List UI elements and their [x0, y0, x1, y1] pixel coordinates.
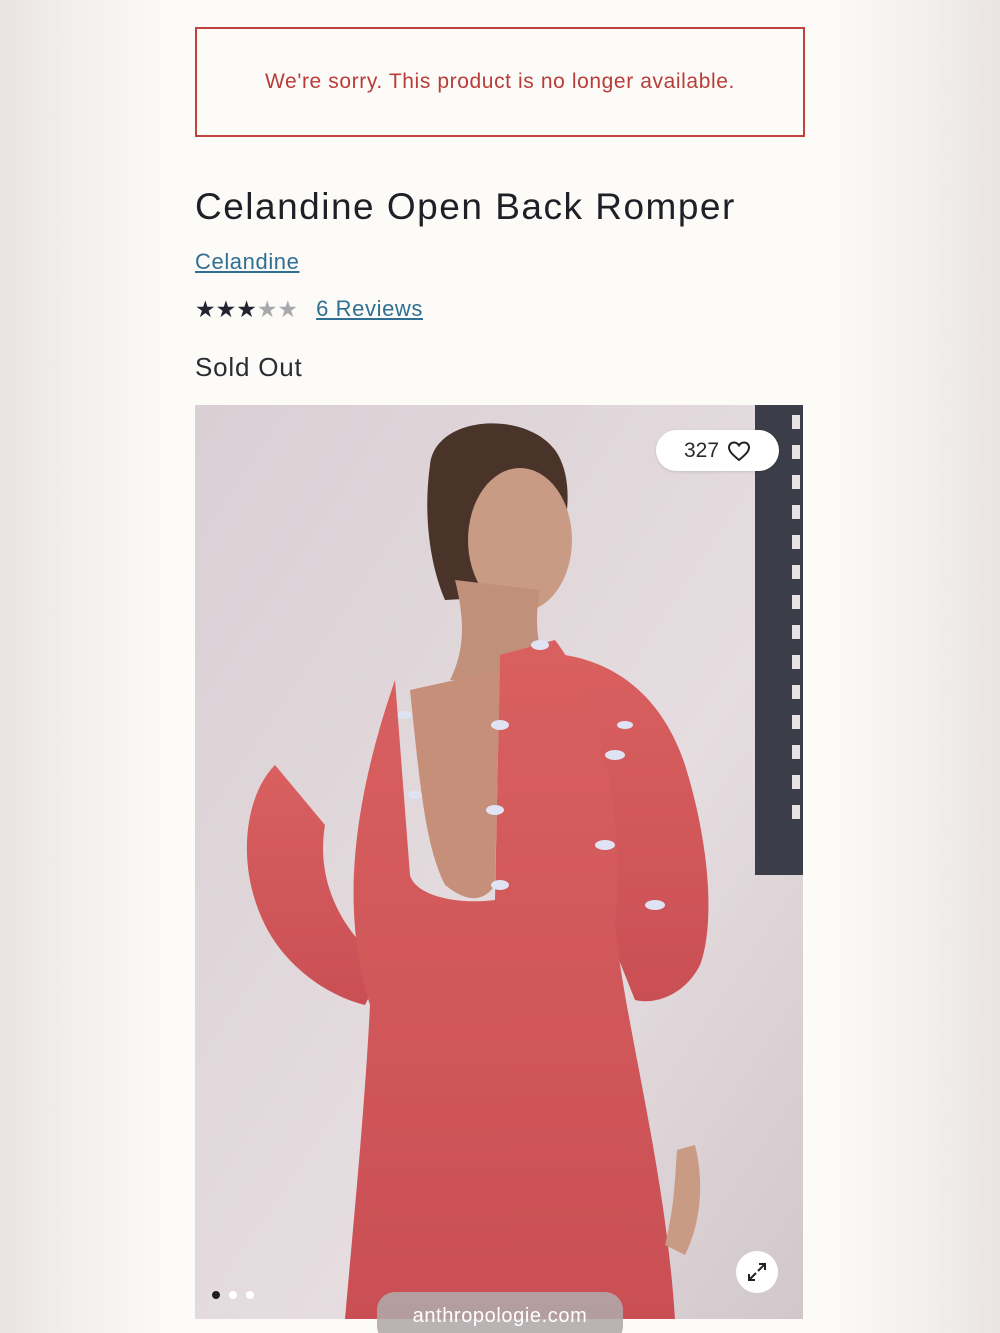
heart-outline-icon: [728, 440, 751, 461]
star-empty-icon: ★: [256, 295, 278, 322]
product-page: We're sorry. This product is no longer a…: [161, 0, 839, 1333]
unavailable-alert: We're sorry. This product is no longer a…: [195, 27, 805, 137]
brand-link[interactable]: Celandine: [195, 249, 299, 275]
star-empty-icon: ★: [277, 295, 299, 322]
product-image-carousel[interactable]: 327: [195, 405, 803, 1319]
expand-arrows-icon: [748, 1263, 766, 1281]
reviews-link[interactable]: 6 Reviews: [316, 296, 423, 322]
product-photo: [195, 405, 803, 1319]
carousel-dot[interactable]: [212, 1291, 220, 1299]
carousel-dot[interactable]: [229, 1291, 237, 1299]
favorite-button[interactable]: 327: [656, 430, 779, 471]
favorite-count: 327: [683, 438, 720, 462]
product-rating: ★ ★ ★ ★ ★ 6 Reviews: [195, 296, 423, 322]
alert-message: We're sorry. This product is no longer a…: [265, 70, 735, 93]
star-icon: ★: [195, 295, 216, 322]
stock-status: Sold Out: [195, 352, 303, 382]
expand-image-button[interactable]: [736, 1251, 778, 1293]
url-text: anthropologie.com: [412, 1305, 588, 1327]
star-icon: ★: [215, 295, 237, 322]
carousel-dot[interactable]: [246, 1291, 254, 1299]
product-title: Celandine Open Back Romper: [195, 186, 736, 227]
browser-url-bar[interactable]: anthropologie.com: [377, 1292, 623, 1333]
star-icon: ★: [236, 295, 257, 322]
star-rating: ★ ★ ★ ★ ★: [195, 295, 299, 322]
carousel-indicators: [212, 1291, 254, 1299]
